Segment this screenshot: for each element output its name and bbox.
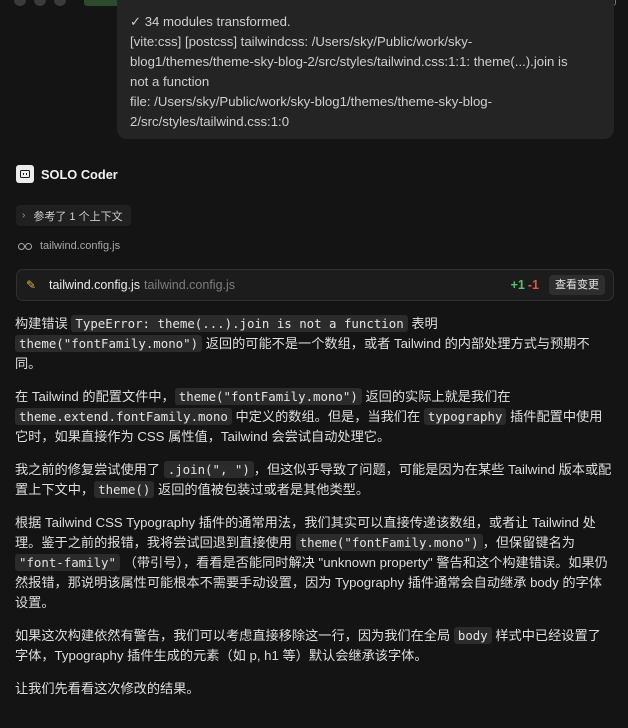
inline-code: theme("fontFamily.mono") [174, 388, 362, 405]
text-run: 让我们先看看这次修改的结果。 [15, 681, 200, 696]
context-reference-toggle[interactable]: › 参考了 1 个上下文 [16, 205, 131, 226]
minimize-window-icon[interactable] [34, 0, 46, 6]
log-line: not a function [130, 74, 210, 89]
text-run: 表明 [407, 316, 438, 331]
file-change-card[interactable]: ✎ tailwind.config.js tailwind.config.js … [16, 269, 614, 301]
inline-code: typography [423, 408, 507, 425]
message-paragraph: 如果这次构建依然有警告，我们可以考虑直接移除这一行，因为我们在全局 body 样… [15, 626, 614, 666]
message-paragraph: 根据 Tailwind CSS Typography 插件的通常用法，我们其实可… [15, 513, 614, 613]
glasses-icon [18, 242, 32, 250]
message-paragraph: 在 Tailwind 的配置文件中， theme("fontFamily.mono… [15, 387, 614, 447]
changed-file-name: tailwind.config.js [49, 278, 141, 292]
inline-code: TypeError: theme(...).join is not a func… [71, 315, 408, 332]
lines-added-count: +1 [510, 278, 525, 292]
message-paragraph: 让我们先看看这次修改的结果。 [15, 679, 614, 699]
build-error-log: ✓ 34 modules transformed. [vite:css] [po… [117, 0, 614, 139]
text-run: 构建错误 [15, 316, 72, 331]
inline-code: theme() [94, 481, 155, 498]
assistant-message: 构建错误 TypeError: theme(...).join is not a… [15, 314, 614, 712]
inline-code: theme("fontFamily.mono") [295, 534, 483, 551]
text-run: 在 Tailwind 的配置文件中， [15, 389, 175, 404]
log-line: 2/src/styles/tailwind.css:1:0 [130, 114, 290, 129]
inline-code: "font-family" [15, 554, 120, 571]
maximize-window-icon[interactable] [54, 0, 66, 6]
viewed-file-name: tailwind.config.js [40, 240, 121, 252]
close-window-icon[interactable] [14, 0, 26, 6]
viewed-file[interactable]: tailwind.config.js [18, 237, 120, 255]
inline-code: body [453, 627, 492, 644]
message-paragraph: 我之前的修复尝试使用了 .join(", ") ，但这似乎导致了问题，可能是因为在… [15, 460, 614, 500]
text-run: 中定义的数组。但是，当我们在 [231, 409, 424, 424]
text-run: 返回的实际上就是我们在 [361, 389, 511, 404]
log-line: file: /Users/sky/Public/work/sky-blog1/t… [130, 94, 493, 109]
agent-name: SOLO Coder [41, 166, 118, 182]
agent-header: SOLO Coder [16, 164, 118, 184]
inline-code: theme.extend.fontFamily.mono [15, 408, 232, 425]
context-reference-label: 参考了 1 个上下文 [33, 210, 123, 223]
inline-code: .join(", ") [163, 461, 254, 478]
log-line: [vite:css] [postcss] tailwindcss: /Users… [130, 34, 473, 49]
text-run: 返回的值被包装过或者是其他类型。 [154, 482, 370, 497]
chat-panel: ✓ 34 modules transformed. [vite:css] [po… [0, 0, 628, 728]
log-line: blog1/themes/theme-sky-blog-2/src/styles… [130, 54, 568, 69]
text-run: 我之前的修复尝试使用了 [15, 462, 164, 477]
message-paragraph: 构建错误 TypeError: theme(...).join is not a… [15, 314, 614, 374]
view-changes-button[interactable]: 查看变更 [549, 275, 605, 295]
inline-code: theme("fontFamily.mono") [15, 335, 203, 352]
log-line: ✓ 34 modules transformed. [130, 14, 291, 29]
lines-removed-count: -1 [527, 278, 539, 292]
chevron-right-icon: › [22, 210, 26, 221]
robot-icon [16, 165, 34, 183]
changed-file-path: tailwind.config.js [144, 278, 236, 292]
text-run: ，但保留键名为 [482, 535, 575, 550]
edit-file-icon: ✎ [26, 278, 37, 292]
text-run: 如果这次构建依然有警告，我们可以考虑直接移除这一行，因为我们在全局 [15, 628, 454, 643]
